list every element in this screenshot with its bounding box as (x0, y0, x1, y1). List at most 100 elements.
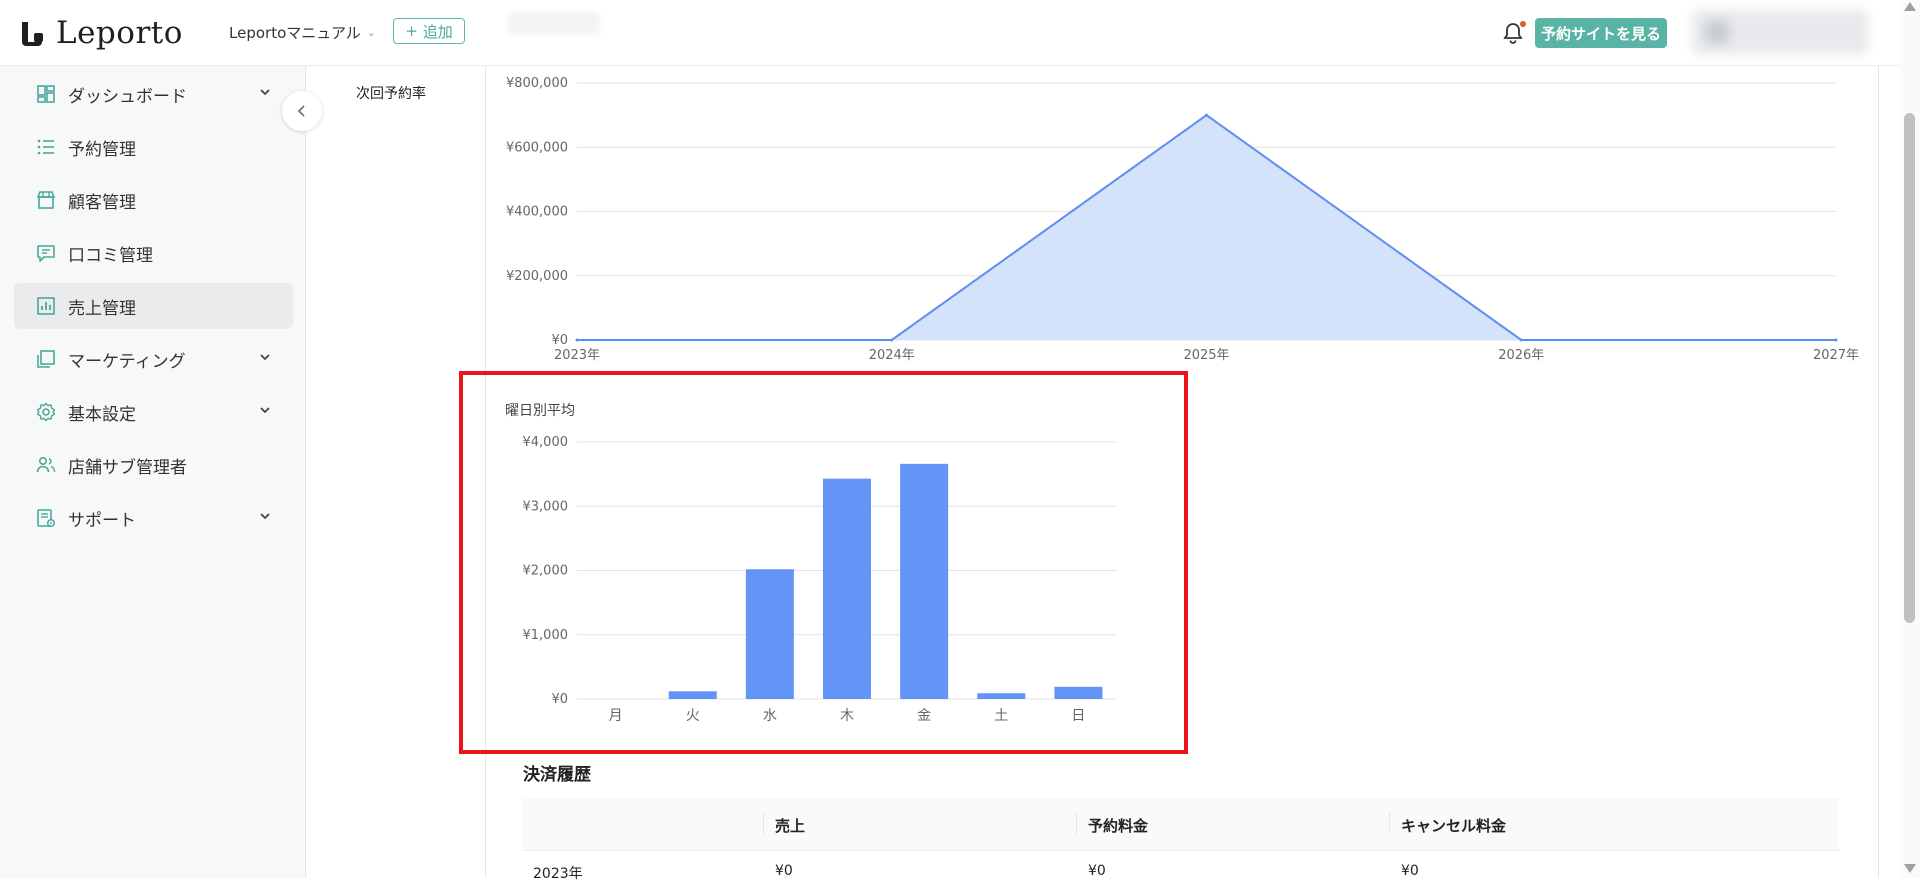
x-tick-label: 火 (686, 708, 700, 724)
scroll-down-arrow-icon[interactable] (1904, 864, 1916, 873)
logo-mark-icon (22, 22, 43, 46)
avatar (1704, 19, 1730, 45)
sidebar-item-settings[interactable]: 基本設定 (14, 389, 293, 435)
sidebar-item-support[interactable]: サポート (14, 495, 293, 541)
data-point (1519, 338, 1523, 342)
scrollbar-thumb[interactable] (1904, 113, 1915, 623)
top-header: Leporto Leportoマニュアル ⌄ + 追加 予約サイトを見る (0, 0, 1900, 66)
x-tick-label: 月 (609, 708, 623, 724)
dashboard-icon (37, 85, 55, 103)
gear-icon (36, 402, 56, 422)
notification-bell-button[interactable] (1502, 21, 1526, 45)
sidebar-item-label: 顧客管理 (68, 192, 136, 213)
notification-dot (1520, 21, 1526, 27)
sidebar-item-reservations[interactable]: 予約管理 (14, 124, 293, 170)
table-cell-cancel-fee: ¥0 (1401, 863, 1419, 879)
logo[interactable]: Leporto (18, 14, 183, 52)
x-tick-label: 2027年 (1813, 348, 1859, 363)
store-selector[interactable]: Leportoマニュアル ⌄ (229, 22, 376, 43)
bar-5 (900, 463, 949, 699)
add-store-button[interactable]: + 追加 (393, 18, 465, 44)
sidebar-item-marketing[interactable]: マーケティング (14, 336, 293, 382)
y-tick-label: ¥1,000 (523, 628, 569, 643)
sidebar-item-label: 店舗サブ管理者 (68, 457, 187, 478)
sidebar-item-label: 口コミ管理 (68, 245, 153, 266)
column-divider (763, 812, 764, 834)
logo-text: Leporto (56, 15, 183, 51)
x-tick-label: 木 (840, 708, 854, 724)
store-icon (36, 191, 56, 209)
collapse-sidebar-button[interactable] (282, 91, 322, 131)
bar-3 (745, 569, 794, 699)
table-header: 売上 予約料金 キャンセル料金 (523, 798, 1839, 851)
chevron-down-icon (260, 407, 270, 414)
sidebar-item-label: 基本設定 (68, 404, 136, 425)
data-point (1205, 113, 1208, 117)
sidebar-item-label: ダッシュボード (68, 86, 187, 107)
y-tick-label: ¥0 (551, 692, 568, 707)
sidebar-item-dashboard[interactable]: ダッシュボード (14, 71, 293, 117)
chevron-left-icon (297, 105, 305, 117)
weekday-average-chart: 曜日別平均 ¥4,000 ¥3,000 ¥2,000 ¥1,000 ¥0 月 火 水 木 金 土 日 (505, 403, 1117, 724)
y-tick-label: ¥3,000 (523, 499, 569, 514)
chevron-down-icon: ⌄ (366, 26, 377, 39)
column-header-cancel-fee: キャンセル料金 (1401, 817, 1507, 835)
sidebar-item-sub-admins[interactable]: 店舗サブ管理者 (14, 442, 293, 488)
x-tick-label: 2023年 (554, 348, 600, 363)
x-tick-label: 金 (917, 708, 931, 724)
table-cell-year: 2023年 (533, 866, 583, 882)
x-tick-label: 2025年 (1183, 348, 1229, 363)
y-tick-label: ¥0 (551, 333, 568, 348)
table-cell-booking-fee: ¥0 (1088, 863, 1106, 879)
users-icon (36, 456, 56, 473)
payment-history-title: 決済履歴 (523, 765, 591, 785)
bar-chart-icon (37, 297, 55, 315)
column-divider (1389, 812, 1390, 834)
sidebar-item-customers[interactable]: 顧客管理 (14, 177, 293, 223)
y-tick-label: ¥800,000 (506, 76, 568, 91)
table-cell-sales: ¥0 (775, 863, 793, 879)
sidebar: ダッシュボード 予約管理 顧客管理 口コミ管理 売上管理 マーケティング 基本設… (0, 66, 306, 878)
view-booking-site-button[interactable]: 予約サイトを見る (1535, 18, 1667, 48)
x-tick-label: 日 (1071, 708, 1085, 724)
bar-6 (977, 693, 1026, 699)
sidebar-item-label: 売上管理 (68, 298, 136, 319)
chevron-down-icon (260, 513, 270, 520)
plus-icon: + (405, 22, 418, 40)
chat-icon (37, 245, 55, 262)
add-store-label: 追加 (422, 22, 453, 41)
table-row: 2023年 ¥0 ¥0 ¥0 (523, 851, 1839, 891)
column-header-booking-fee: 予約料金 (1088, 817, 1149, 835)
y-tick-label: ¥400,000 (506, 205, 568, 220)
blurred-tab (508, 12, 600, 34)
bar-2 (668, 691, 717, 699)
list-icon (37, 139, 54, 155)
sidebar-item-reviews[interactable]: 口コミ管理 (14, 230, 293, 276)
user-account-menu[interactable] (1692, 10, 1868, 54)
data-point (575, 338, 579, 342)
support-icon (37, 509, 56, 528)
x-tick-label: 水 (763, 708, 777, 724)
scroll-up-arrow-icon[interactable] (1904, 2, 1916, 11)
x-tick-label: 2026年 (1498, 348, 1544, 363)
sidebar-item-sales[interactable]: 売上管理 (14, 283, 293, 329)
y-tick-label: ¥600,000 (506, 140, 568, 155)
next-booking-rate-label: 次回予約率 (356, 86, 426, 102)
chart-title: 曜日別平均 (505, 403, 575, 419)
sidebar-item-label: サポート (68, 510, 136, 531)
area-fill (577, 115, 1836, 340)
x-tick-label: 土 (994, 708, 1008, 724)
data-point (1834, 338, 1838, 342)
bar-7 (1054, 686, 1103, 699)
data-point (890, 338, 894, 342)
chevron-down-icon (260, 89, 270, 96)
bar-4 (823, 478, 871, 699)
payment-history-table: 売上 予約料金 キャンセル料金 2023年 ¥0 ¥0 ¥0 (523, 798, 1839, 891)
y-tick-label: ¥2,000 (523, 564, 569, 579)
y-tick-label: ¥200,000 (506, 269, 568, 284)
store-selector-label: Leportoマニュアル (229, 24, 361, 42)
yearly-sales-chart: ¥800,000 ¥600,000 ¥400,000 ¥200,000 ¥02023年 2… (506, 76, 1859, 363)
y-tick-label: ¥4,000 (523, 435, 569, 450)
column-header-sales: 売上 (775, 817, 806, 835)
x-tick-label: 2024年 (869, 348, 915, 363)
